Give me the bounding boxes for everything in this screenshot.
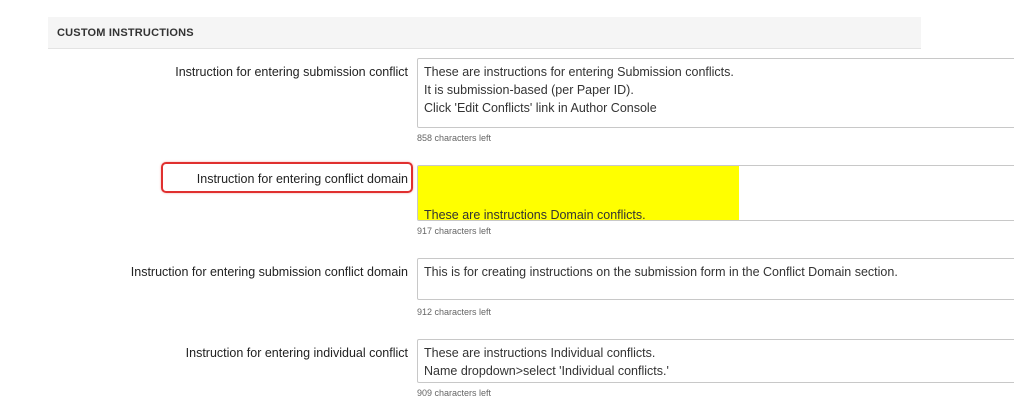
conflict-domain-textarea[interactable]: These are instructions Domain conflicts.…	[417, 165, 1014, 221]
individual-conflict-counter: 909 characters left	[417, 388, 492, 398]
custom-instructions-page: CUSTOM INSTRUCTIONS Instruction for ente…	[0, 0, 1014, 411]
conflict-domain-text: These are instructions Domain conflicts.…	[424, 208, 646, 221]
conflict-domain-label: Instruction for entering conflict domain	[196, 172, 408, 186]
submission-conflict-textarea[interactable]: These are instructions for entering Subm…	[417, 58, 1014, 128]
section-title: CUSTOM INSTRUCTIONS	[57, 27, 194, 39]
submission-conflict-label: Instruction for entering submission conf…	[175, 65, 408, 79]
conflict-domain-counter: 917 characters left	[417, 226, 492, 236]
section-header: CUSTOM INSTRUCTIONS	[48, 17, 921, 49]
submission-conflict-domain-textarea[interactable]: This is for creating instructions on the…	[417, 258, 1014, 300]
individual-conflict-label: Instruction for entering individual conf…	[185, 346, 408, 360]
individual-conflict-textarea[interactable]: These are instructions Individual confli…	[417, 339, 1014, 383]
submission-conflict-domain-counter: 912 characters left	[417, 307, 492, 317]
submission-conflict-counter: 858 characters left	[417, 133, 492, 143]
submission-conflict-domain-label: Instruction for entering submission conf…	[130, 265, 408, 279]
